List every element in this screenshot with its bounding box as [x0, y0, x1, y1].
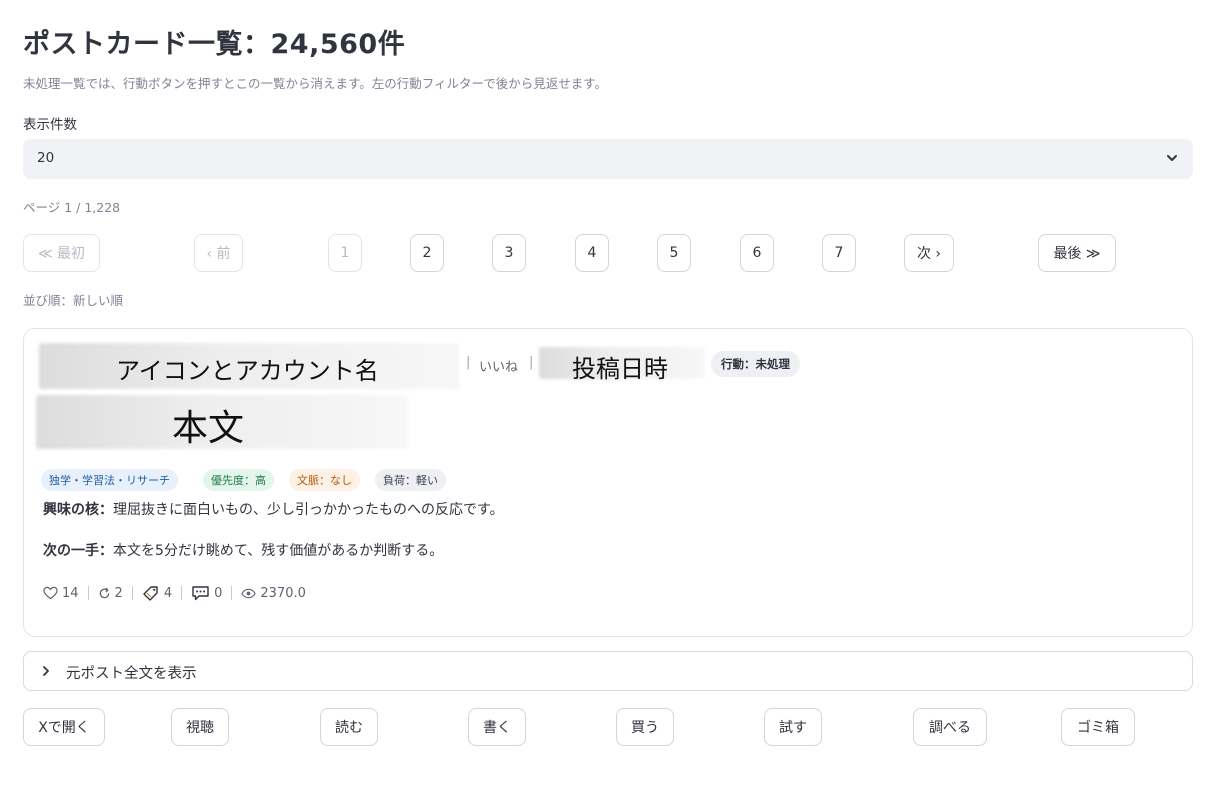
post-stats: 14 2 4 0 2370.0 — [43, 583, 306, 603]
page-size-select[interactable]: 20 — [23, 139, 1193, 179]
likes-count: 14 — [62, 585, 79, 601]
page-subtitle: 未処理一覧では、行動ボタンを押すとこの一覧から消えます。左の行動フィルターで後か… — [23, 76, 608, 91]
write-button[interactable]: 書く — [468, 708, 526, 746]
chevron-down-icon — [1167, 155, 1177, 161]
buy-button[interactable]: 買う — [616, 708, 674, 746]
divider — [231, 586, 233, 600]
reposts-stat: 2 — [98, 586, 123, 601]
tag-chip: 優先度：高 — [203, 469, 274, 491]
page-button-4[interactable]: 4 — [575, 234, 609, 272]
page-info: ページ 1 / 1,228 — [23, 200, 121, 215]
bookmark-icon — [143, 586, 158, 601]
reposts-count: 2 — [114, 585, 123, 601]
likes-stat: 14 — [43, 586, 79, 601]
page-size-label: 表示件数 — [23, 117, 77, 133]
next-step-text: 本文を5分だけ眺めて、残す価値があるか判断する。 — [113, 543, 444, 559]
interest-label: 興味の核： — [43, 502, 113, 518]
repost-icon — [99, 587, 109, 598]
like-label: いいね — [479, 360, 519, 375]
open-in-x-button[interactable]: Xで開く — [23, 708, 105, 746]
replies-count: 0 — [214, 585, 223, 601]
page-button-7[interactable]: 7 — [822, 234, 856, 272]
read-button[interactable]: 読む — [320, 708, 378, 746]
watch-button[interactable]: 視聴 — [171, 708, 229, 746]
interest-text: 理屈抜きに面白いもの、少し引っかかったものへの反応です。 — [113, 502, 504, 518]
reply-icon — [192, 586, 209, 601]
page-button-1[interactable]: 1 — [328, 234, 362, 272]
last-page-button[interactable]: 最後 ≫ — [1038, 234, 1116, 272]
account-placeholder: アイコンとアカウント名 — [116, 357, 379, 385]
next-step-label: 次の一手： — [43, 543, 113, 559]
first-page-button[interactable]: ≪ 最初 — [23, 234, 100, 272]
bookmarks-stat: 4 — [142, 584, 172, 602]
heart-icon — [43, 586, 58, 600]
action-status-badge: 行動：未処理 — [711, 351, 800, 377]
page-button-3[interactable]: 3 — [492, 234, 526, 272]
expander-label: 元ポスト全文を表示 — [66, 666, 197, 682]
next-page-button[interactable]: 次 › — [904, 234, 954, 272]
page-button-5[interactable]: 5 — [657, 234, 691, 272]
page-size-value: 20 — [37, 150, 55, 166]
sort-order-label: 並び順：新しい順 — [23, 293, 124, 308]
eye-icon — [241, 588, 257, 598]
tag-chip: 文脈：なし — [289, 469, 360, 491]
bookmarks-count: 4 — [163, 585, 173, 601]
prev-page-button[interactable]: ‹ 前 — [194, 234, 243, 272]
chevron-right-icon — [43, 666, 49, 676]
try-button[interactable]: 試す — [764, 708, 822, 746]
next-step-line: 次の一手：本文を5分だけ眺めて、残す価値があるか判断する。 — [43, 540, 443, 560]
post-card: アイコンとアカウント名 | いいね | 投稿日時 行動：未処理 本文 独学・学習… — [23, 328, 1193, 637]
tag-chip: 負荷：軽い — [375, 469, 446, 491]
views-stat: 2370.0 — [241, 586, 306, 601]
separator: | — [466, 355, 471, 370]
trash-button[interactable]: ゴミ箱 — [1061, 708, 1135, 746]
separator: | — [529, 355, 534, 370]
page-title: ポストカード一覧：24,560件 — [23, 29, 406, 60]
date-placeholder: 投稿日時 — [572, 355, 668, 383]
page-button-2[interactable]: 2 — [410, 234, 444, 272]
body-placeholder: 本文 — [172, 408, 245, 449]
views-count: 2370.0 — [260, 585, 306, 601]
replies-stat: 0 — [191, 585, 222, 601]
divider — [181, 586, 183, 600]
divider — [131, 586, 133, 600]
page-button-6[interactable]: 6 — [740, 234, 774, 272]
interest-line: 興味の核：理屈抜きに面白いもの、少し引っかかったものへの反応です。 — [43, 499, 504, 519]
divider — [87, 586, 89, 600]
tag-chip: 独学・学習法・リサーチ — [41, 469, 178, 491]
full-post-expander[interactable]: 元ポスト全文を表示 — [23, 651, 1193, 691]
research-button[interactable]: 調べる — [913, 708, 987, 746]
